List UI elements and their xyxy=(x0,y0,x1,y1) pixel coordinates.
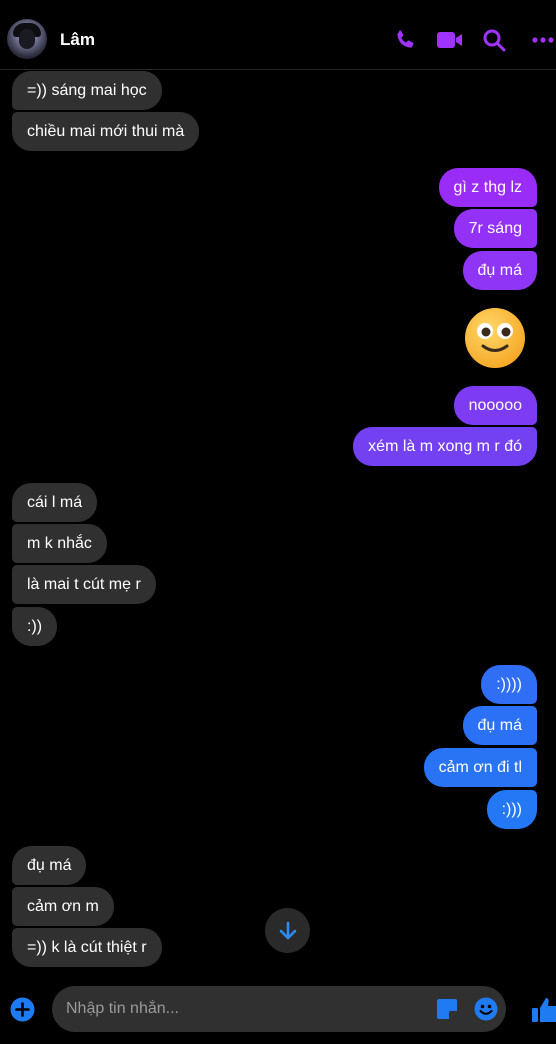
incoming-message[interactable]: là mai t cút mẹ r xyxy=(12,565,156,604)
conversation-header: Lâm xyxy=(0,0,556,70)
search-icon[interactable] xyxy=(482,28,506,52)
add-attachment-icon[interactable] xyxy=(10,997,35,1022)
outgoing-message[interactable]: đụ má xyxy=(462,706,537,745)
video-call-icon[interactable] xyxy=(436,28,464,52)
more-options-icon[interactable] xyxy=(532,28,554,52)
message-list[interactable]: =)) sáng mai học chiều mai mới thui mà g… xyxy=(0,70,556,980)
slightly-smiling-face-emoji[interactable] xyxy=(464,307,526,369)
thumbs-up-icon[interactable] xyxy=(531,996,556,1024)
outgoing-message[interactable]: xém là m xong m r đó xyxy=(353,427,537,466)
outgoing-message[interactable]: :))) xyxy=(486,790,537,829)
avatar-face xyxy=(19,29,35,49)
incoming-message[interactable]: :)) xyxy=(12,607,58,646)
arrow-down-icon xyxy=(279,921,296,939)
incoming-message[interactable]: cái l má xyxy=(12,483,98,522)
emoji-icon[interactable] xyxy=(474,997,498,1021)
outgoing-message[interactable]: cảm ơn đi tl xyxy=(423,748,537,787)
phone-call-icon[interactable] xyxy=(393,28,417,52)
outgoing-message[interactable]: 7r sáng xyxy=(453,209,537,248)
incoming-message[interactable]: m k nhắc xyxy=(12,524,107,563)
message-input-container xyxy=(52,986,506,1032)
outgoing-message[interactable]: đụ má xyxy=(462,251,537,290)
avatar[interactable] xyxy=(7,19,47,59)
sticker-icon[interactable] xyxy=(436,998,458,1020)
incoming-message[interactable]: đụ má xyxy=(12,846,87,885)
incoming-message[interactable]: =)) sáng mai học xyxy=(12,71,162,110)
incoming-message[interactable]: chiều mai mới thui mà xyxy=(12,112,200,151)
outgoing-message[interactable]: nooooo xyxy=(453,386,537,425)
incoming-message[interactable]: cảm ơn m xyxy=(12,887,114,926)
scroll-to-bottom-button[interactable] xyxy=(265,908,310,953)
outgoing-message[interactable]: :)))) xyxy=(481,665,537,704)
incoming-message[interactable]: =)) k là cút thiệt r xyxy=(12,928,162,967)
outgoing-message[interactable]: gì z thg lz xyxy=(438,168,537,207)
message-composer xyxy=(0,980,556,1044)
message-input[interactable] xyxy=(66,986,416,1032)
contact-name[interactable]: Lâm xyxy=(60,30,95,50)
